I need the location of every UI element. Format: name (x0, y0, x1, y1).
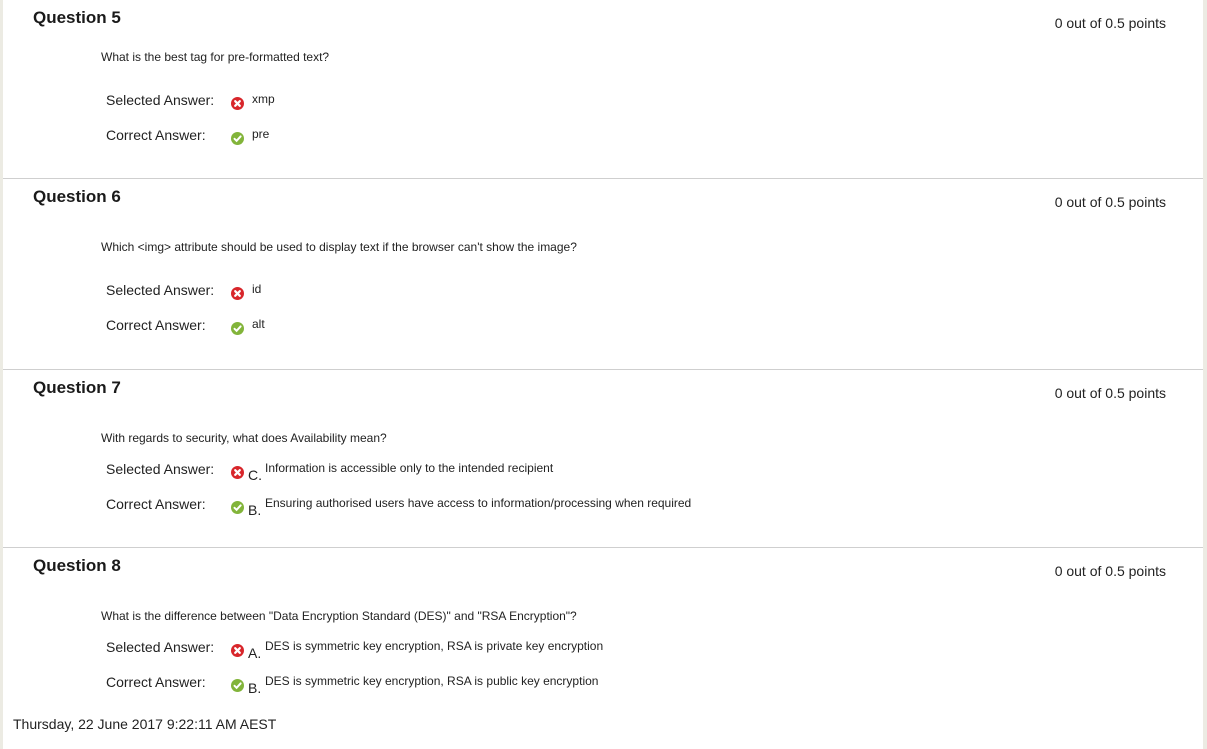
selected-answer-row: Selected Answer: C. Information is acces… (106, 461, 1106, 483)
question-block: Question 6 0 out of 0.5 points Which <im… (3, 179, 1203, 370)
question-points: 0 out of 0.5 points (1054, 15, 1166, 31)
question-block: Question 8 0 out of 0.5 points What is t… (3, 548, 1203, 705)
selected-answer-label: Selected Answer: (106, 461, 215, 477)
check-circle-icon (231, 322, 244, 335)
x-circle-icon (231, 97, 244, 110)
correct-answer-text: Ensuring authorised users have access to… (265, 496, 692, 510)
correct-answer-label: Correct Answer: (106, 496, 206, 512)
correct-answer-label: Correct Answer: (106, 317, 206, 333)
correct-answer-label: Correct Answer: (106, 674, 206, 690)
question-title: Question 7 (33, 378, 121, 397)
correct-answer-label: Correct Answer: (106, 127, 206, 143)
question-text: What is the difference between "Data Enc… (101, 609, 577, 623)
selected-answer-letter: A. (248, 645, 262, 661)
correct-answer-letter: B. (248, 502, 262, 518)
check-circle-icon (231, 132, 244, 145)
question-text: With regards to security, what does Avai… (101, 431, 387, 445)
question-title: Question 5 (33, 8, 121, 27)
correct-answer-row: Correct Answer: pre (106, 127, 1106, 149)
right-border (1203, 0, 1207, 749)
question-text: Which <img> attribute should be used to … (101, 240, 577, 254)
question-points: 0 out of 0.5 points (1054, 385, 1166, 401)
x-circle-icon (231, 466, 244, 479)
correct-answer-row: Correct Answer: alt (106, 317, 1106, 339)
selected-answer-text: DES is symmetric key encryption, RSA is … (265, 639, 604, 653)
question-title: Question 6 (33, 187, 121, 206)
selected-answer-text: id (252, 282, 262, 296)
check-circle-icon (231, 501, 244, 514)
selected-answer-row: Selected Answer: xmp (106, 92, 1106, 114)
question-block: Question 5 0 out of 0.5 points What is t… (3, 0, 1203, 179)
correct-answer-text: alt (252, 317, 265, 331)
correct-answer-row: Correct Answer: B. Ensuring authorised u… (106, 496, 1106, 518)
selected-answer-text: xmp (252, 92, 275, 106)
question-title: Question 8 (33, 556, 121, 575)
correct-answer-letter: B. (248, 680, 262, 696)
submission-timestamp: Thursday, 22 June 2017 9:22:11 AM AEST (13, 716, 277, 732)
question-points: 0 out of 0.5 points (1054, 194, 1166, 210)
selected-answer-label: Selected Answer: (106, 639, 215, 655)
correct-answer-row: Correct Answer: B. DES is symmetric key … (106, 674, 1106, 696)
x-circle-icon (231, 644, 244, 657)
selected-answer-letter: C. (248, 467, 262, 483)
selected-answer-label: Selected Answer: (106, 282, 215, 298)
question-text: What is the best tag for pre-formatted t… (101, 50, 330, 64)
correct-answer-text: DES is symmetric key encryption, RSA is … (265, 674, 599, 688)
selected-answer-row: Selected Answer: id (106, 282, 1106, 304)
question-points: 0 out of 0.5 points (1054, 563, 1166, 579)
x-circle-icon (231, 287, 244, 300)
selected-answer-label: Selected Answer: (106, 92, 215, 108)
selected-answer-text: Information is accessible only to the in… (265, 461, 554, 475)
question-block: Question 7 0 out of 0.5 points With rega… (3, 370, 1203, 548)
check-circle-icon (231, 679, 244, 692)
selected-answer-row: Selected Answer: A. DES is symmetric key… (106, 639, 1106, 661)
correct-answer-text: pre (252, 127, 270, 141)
